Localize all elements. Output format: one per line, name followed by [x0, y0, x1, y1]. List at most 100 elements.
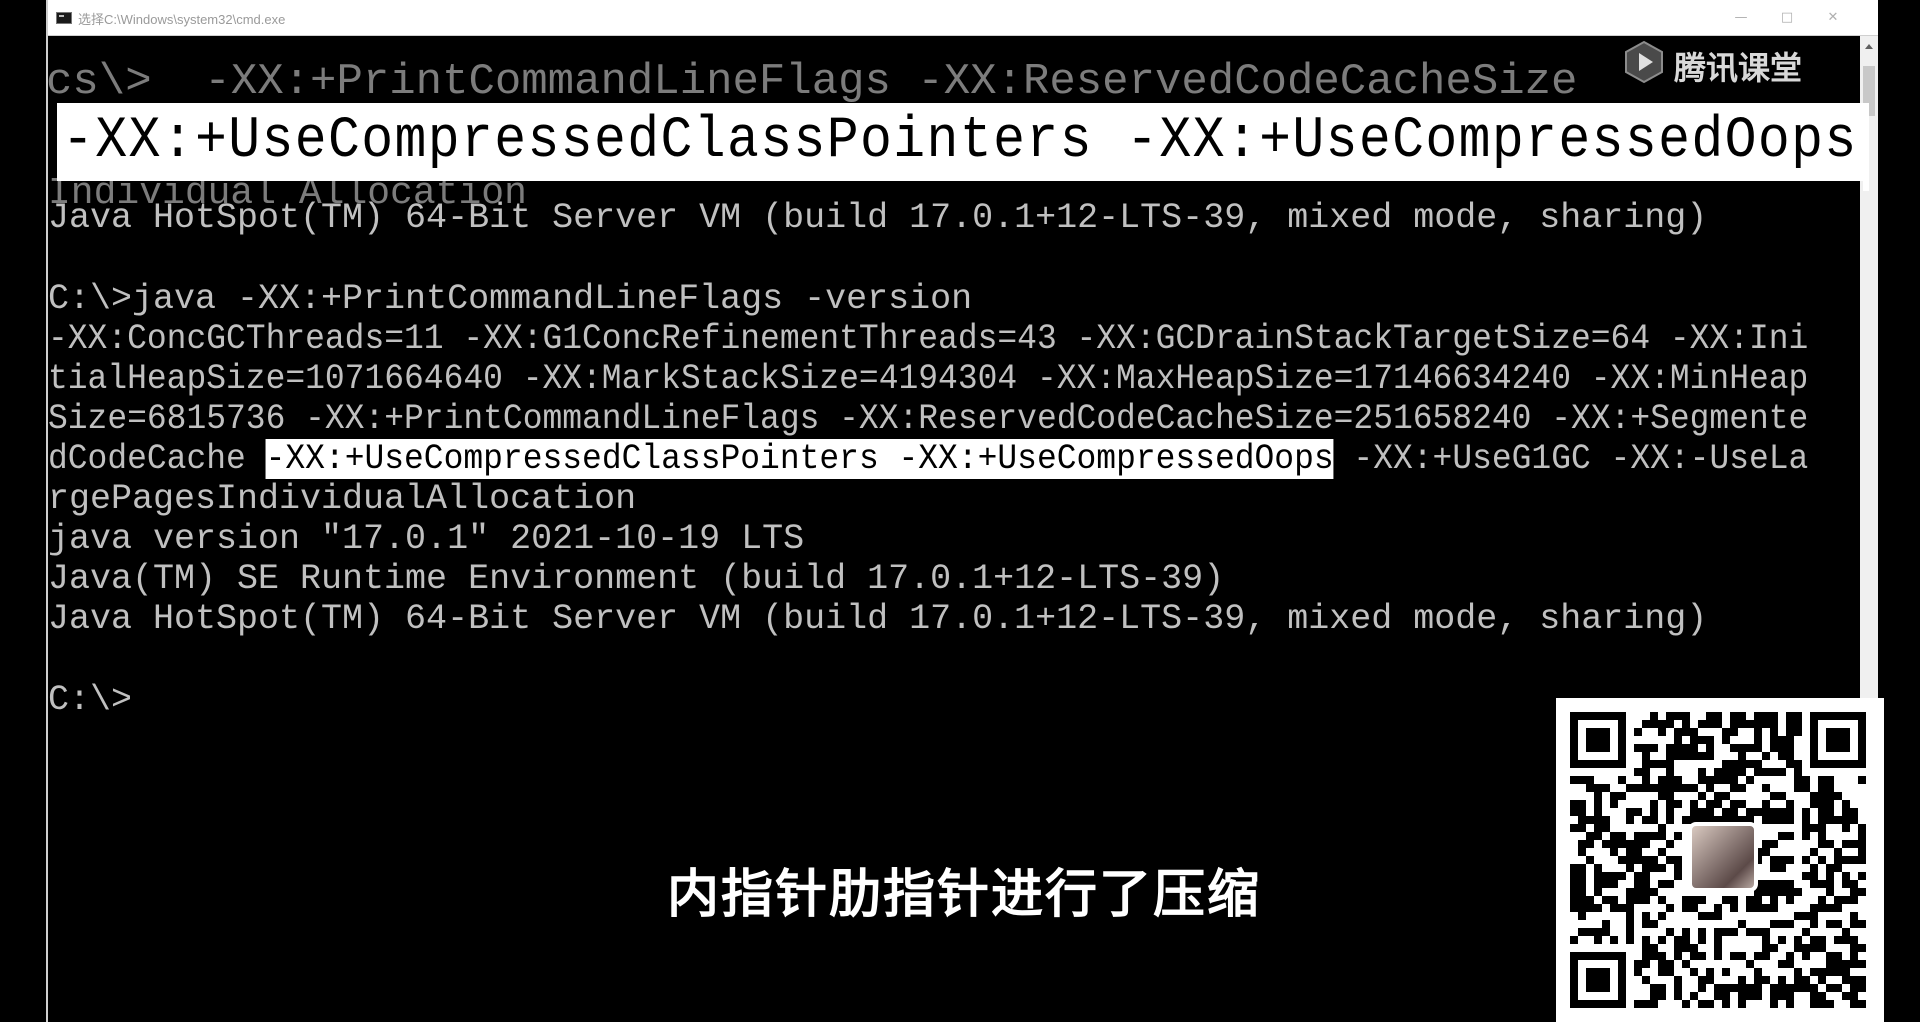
- qr-module: [1850, 952, 1858, 960]
- qr-module: [1698, 928, 1706, 936]
- qr-module: [1770, 792, 1778, 800]
- qr-module: [1754, 928, 1762, 936]
- qr-module: [1642, 768, 1650, 776]
- qr-module: [1658, 824, 1666, 832]
- qr-module: [1802, 944, 1810, 952]
- qr-module: [1818, 840, 1826, 848]
- qr-module: [1730, 728, 1738, 736]
- qr-module: [1754, 720, 1762, 728]
- scroll-up-arrow-icon[interactable]: [1865, 44, 1873, 49]
- qr-module: [1746, 760, 1754, 768]
- qr-module: [1738, 1000, 1746, 1008]
- qr-module: [1698, 768, 1706, 776]
- qr-module: [1850, 840, 1858, 848]
- qr-module: [1842, 976, 1850, 984]
- qr-module: [1698, 752, 1706, 760]
- qr-module: [1762, 800, 1770, 808]
- qr-module: [1658, 720, 1666, 728]
- qr-module: [1778, 936, 1786, 944]
- qr-module: [1578, 808, 1586, 816]
- qr-module: [1810, 984, 1818, 992]
- qr-module: [1722, 776, 1730, 784]
- qr-module: [1722, 984, 1730, 992]
- qr-module: [1594, 824, 1602, 832]
- qr-module: [1698, 1000, 1706, 1008]
- qr-module: [1706, 736, 1714, 744]
- qr-module: [1642, 752, 1650, 760]
- qr-module: [1674, 752, 1682, 760]
- qr-module: [1746, 744, 1754, 752]
- qr-module: [1698, 776, 1706, 784]
- qr-module: [1666, 712, 1674, 720]
- qr-module: [1666, 744, 1674, 752]
- qr-module: [1634, 832, 1642, 840]
- qr-module: [1618, 776, 1626, 784]
- qr-module: [1762, 976, 1770, 984]
- qr-module: [1778, 816, 1786, 824]
- minimize-button[interactable]: —: [1718, 0, 1764, 36]
- qr-module: [1666, 960, 1674, 968]
- window-title: 选择C:\Windows\system32\cmd.exe: [78, 12, 286, 27]
- qr-module: [1810, 992, 1818, 1000]
- qr-module: [1810, 824, 1818, 832]
- qr-module: [1834, 816, 1842, 824]
- qr-module: [1666, 792, 1674, 800]
- title-bar[interactable]: 选择C:\Windows\system32\cmd.exe — □ ✕: [48, 0, 1878, 36]
- qr-module: [1682, 712, 1690, 720]
- qr-module: [1754, 992, 1762, 1000]
- qr-module: [1666, 720, 1674, 728]
- qr-module: [1810, 792, 1818, 800]
- qr-module: [1594, 800, 1602, 808]
- qr-module: [1666, 928, 1674, 936]
- qr-module: [1586, 928, 1594, 936]
- qr-module: [1650, 832, 1658, 840]
- maximize-button[interactable]: □: [1764, 0, 1810, 36]
- qr-module: [1802, 928, 1810, 936]
- screen: 选择C:\Windows\system32\cmd.exe — □ ✕ cs\>…: [0, 0, 1920, 1022]
- qr-module: [1642, 744, 1650, 752]
- qr-module: [1722, 928, 1730, 936]
- qr-module: [1642, 936, 1650, 944]
- qr-module: [1650, 1000, 1658, 1008]
- qr-module: [1770, 808, 1778, 816]
- flags-4-suffix: -XX:+UseG1GC -XX:-UseLa: [1333, 439, 1809, 479]
- qr-module: [1578, 816, 1586, 824]
- qr-module: [1770, 944, 1778, 952]
- console-app-icon: [56, 12, 72, 24]
- console-prompt[interactable]: C:\>: [48, 680, 132, 720]
- qr-module: [1786, 952, 1794, 960]
- qr-module: [1730, 712, 1738, 720]
- qr-module: [1674, 952, 1682, 960]
- qr-module: [1826, 984, 1834, 992]
- qr-module: [1730, 800, 1738, 808]
- qr-module: [1674, 712, 1682, 720]
- qr-module: [1834, 960, 1842, 968]
- qr-finder-pattern: [1586, 728, 1610, 752]
- qr-module: [1826, 776, 1834, 784]
- qr-module: [1810, 936, 1818, 944]
- qr-module: [1738, 800, 1746, 808]
- selected-text-highlight[interactable]: -XX:+UseCompressedClassPointers -XX:+Use…: [265, 439, 1334, 479]
- qr-module: [1586, 776, 1594, 784]
- qr-module: [1802, 824, 1810, 832]
- qr-module: [1706, 1000, 1714, 1008]
- qr-module: [1818, 968, 1826, 976]
- qr-module: [1634, 808, 1642, 816]
- qr-module: [1594, 928, 1602, 936]
- qr-module: [1650, 760, 1658, 768]
- qr-module: [1794, 728, 1802, 736]
- qr-module: [1762, 952, 1770, 960]
- qr-module: [1682, 744, 1690, 752]
- qr-module: [1850, 960, 1858, 968]
- close-button[interactable]: ✕: [1810, 0, 1856, 36]
- qr-module: [1722, 808, 1730, 816]
- qr-module: [1674, 944, 1682, 952]
- qr-module: [1826, 808, 1834, 816]
- qr-module: [1602, 928, 1610, 936]
- qr-module: [1818, 944, 1826, 952]
- qr-module: [1802, 984, 1810, 992]
- qr-module: [1690, 744, 1698, 752]
- qr-module: [1810, 944, 1818, 952]
- console-line-flags-2: tialHeapSize=1071664640 -XX:MarkStackSiz…: [48, 359, 1809, 399]
- qr-module: [1818, 800, 1826, 808]
